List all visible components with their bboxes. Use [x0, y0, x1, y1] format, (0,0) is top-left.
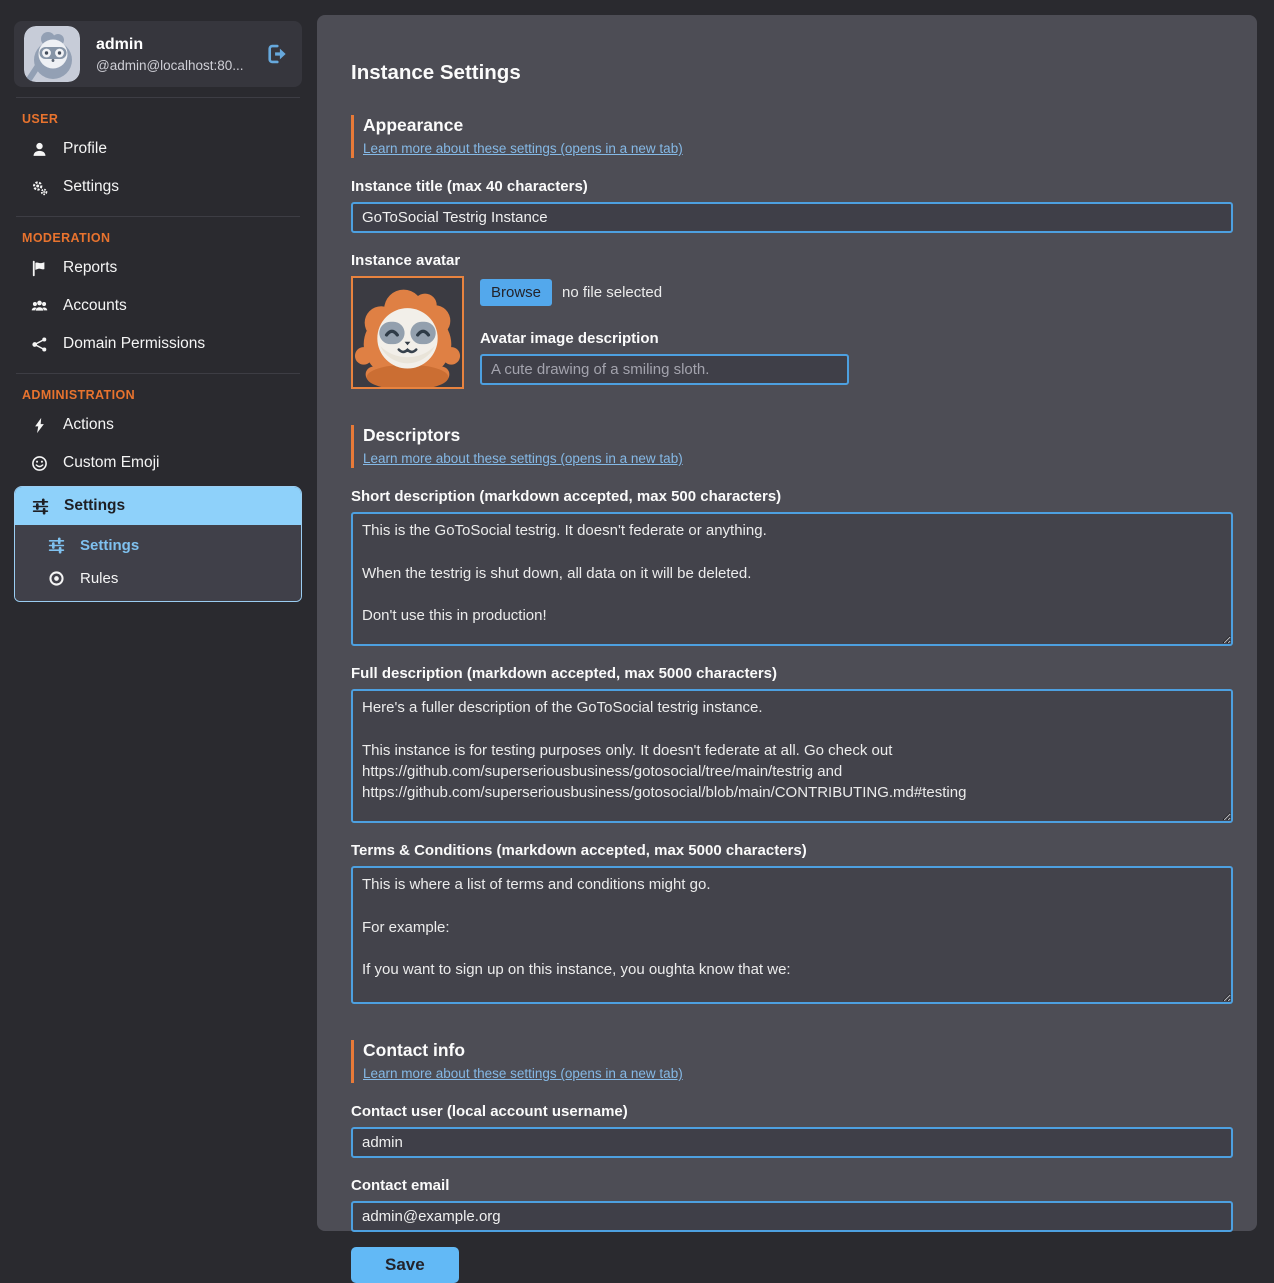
contact-learn-more-link[interactable]: Learn more about these settings (opens i…	[363, 1066, 683, 1081]
file-input-row: Browse no file selected	[480, 279, 849, 306]
sliders-icon	[47, 537, 65, 554]
sidebar-item-domain-permissions[interactable]: Domain Permissions	[14, 325, 302, 363]
user-handle: @admin@localhost:80...	[96, 58, 250, 73]
user-card[interactable]: admin @admin@localhost:80...	[14, 21, 302, 87]
descriptors-learn-more-link[interactable]: Learn more about these settings (opens i…	[363, 451, 683, 466]
sidebar-item-label: Settings	[80, 537, 139, 554]
browse-button[interactable]: Browse	[480, 279, 552, 306]
sidebar-subitem-rules[interactable]: Rules	[15, 562, 301, 595]
page-title: Instance Settings	[351, 61, 1233, 85]
sidebar-item-custom-emoji[interactable]: Custom Emoji	[14, 444, 302, 482]
sidebar-item-label: Settings	[64, 497, 125, 515]
sidebar-item-label: Accounts	[63, 297, 127, 315]
sidebar-item-actions[interactable]: Actions	[14, 406, 302, 444]
contact-heading: Contact info	[363, 1040, 1233, 1061]
contact-user-label: Contact user (local account username)	[351, 1103, 1233, 1120]
sidebar-item-user-settings[interactable]: Settings	[14, 168, 302, 206]
appearance-section-header: Appearance Learn more about these settin…	[351, 115, 1233, 158]
share-nodes-icon	[30, 336, 48, 353]
settings-submenu: Settings Rules	[15, 525, 301, 601]
sloth-avatar-grey-icon	[24, 26, 80, 82]
full-description-label: Full description (markdown accepted, max…	[351, 665, 1233, 682]
sidebar-item-accounts[interactable]: Accounts	[14, 287, 302, 325]
sliders-icon	[31, 498, 49, 515]
file-status-text: no file selected	[562, 284, 662, 301]
user-meta: admin @admin@localhost:80...	[96, 36, 250, 73]
sidebar-item-label: Domain Permissions	[63, 335, 205, 353]
full-description-textarea[interactable]	[351, 689, 1233, 823]
settings-nav-block: Settings Settings Rules	[14, 486, 302, 602]
smile-icon	[30, 455, 48, 472]
sidebar-item-label: Actions	[63, 416, 114, 434]
divider	[16, 97, 300, 98]
nav-section-administration: ADMINISTRATION	[22, 388, 302, 402]
sidebar: admin @admin@localhost:80... USER Profil…	[14, 21, 302, 602]
sloth-avatar-orange-icon	[351, 276, 464, 389]
save-button[interactable]: Save	[351, 1247, 459, 1283]
contact-section-header: Contact info Learn more about these sett…	[351, 1040, 1233, 1083]
divider	[16, 216, 300, 217]
sidebar-item-label: Rules	[80, 570, 118, 587]
contact-user-input[interactable]	[351, 1127, 1233, 1158]
contact-email-label: Contact email	[351, 1177, 1233, 1194]
instance-title-input[interactable]	[351, 202, 1233, 233]
sidebar-item-label: Custom Emoji	[63, 454, 159, 472]
short-description-textarea[interactable]	[351, 512, 1233, 646]
sidebar-subitem-settings[interactable]: Settings	[15, 529, 301, 562]
descriptors-heading: Descriptors	[363, 425, 1233, 446]
instance-avatar-label: Instance avatar	[351, 252, 1233, 269]
nav-section-moderation: MODERATION	[22, 231, 302, 245]
sidebar-item-profile[interactable]: Profile	[14, 130, 302, 168]
avatar-description-input[interactable]	[480, 354, 849, 385]
bolt-icon	[30, 417, 48, 434]
appearance-learn-more-link[interactable]: Learn more about these settings (opens i…	[363, 141, 683, 156]
instance-settings-panel: Instance Settings Appearance Learn more …	[317, 15, 1257, 1231]
user-name: admin	[96, 36, 250, 54]
gears-icon	[30, 179, 48, 196]
terms-textarea[interactable]	[351, 866, 1233, 1004]
sidebar-item-admin-settings[interactable]: Settings	[15, 487, 301, 525]
user-avatar	[24, 26, 80, 82]
short-description-label: Short description (markdown accepted, ma…	[351, 488, 1233, 505]
sidebar-item-reports[interactable]: Reports	[14, 249, 302, 287]
flag-icon	[30, 260, 48, 277]
sidebar-item-label: Profile	[63, 140, 107, 158]
sign-out-icon[interactable]	[266, 43, 288, 65]
appearance-heading: Appearance	[363, 115, 1233, 136]
descriptors-section-header: Descriptors Learn more about these setti…	[351, 425, 1233, 468]
instance-title-label: Instance title (max 40 characters)	[351, 178, 1233, 195]
circle-dot-icon	[47, 570, 65, 587]
contact-email-input[interactable]	[351, 1201, 1233, 1232]
terms-label: Terms & Conditions (markdown accepted, m…	[351, 842, 1233, 859]
sidebar-item-label: Reports	[63, 259, 117, 277]
sidebar-item-label: Settings	[63, 178, 119, 196]
user-icon	[30, 141, 48, 158]
divider	[16, 373, 300, 374]
nav-section-user: USER	[22, 112, 302, 126]
avatar-description-label: Avatar image description	[480, 330, 849, 347]
avatar-controls: Browse no file selected Avatar image des…	[480, 276, 849, 389]
avatar-row: Browse no file selected Avatar image des…	[351, 276, 1233, 389]
users-icon	[30, 298, 48, 315]
